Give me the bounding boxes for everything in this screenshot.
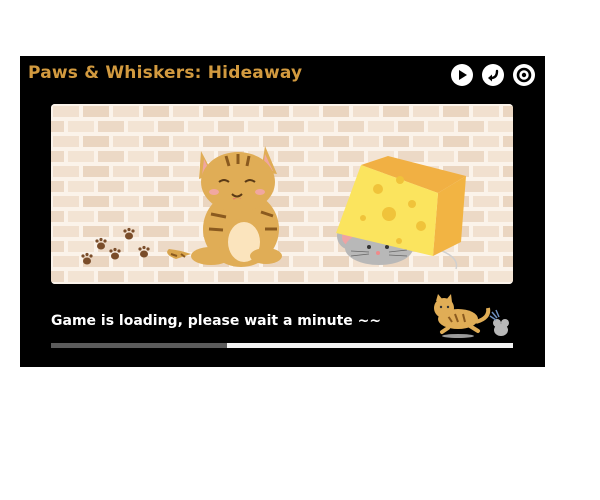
settings-icon xyxy=(516,67,532,83)
running-cat-mouse-icon xyxy=(434,294,509,338)
loading-message: Game is loading, please wait a minute ~~ xyxy=(51,313,382,329)
settings-button[interactable] xyxy=(513,64,535,86)
game-window: Paws & Whiskers: Hideaway Game is loadin… xyxy=(20,56,545,367)
play-button[interactable] xyxy=(451,64,473,86)
progress-fill xyxy=(51,343,227,348)
loading-illustration xyxy=(51,104,513,284)
play-icon xyxy=(459,70,467,80)
back-button[interactable] xyxy=(482,64,504,86)
back-arrow-icon xyxy=(488,69,499,82)
game-title: Paws & Whiskers: Hideaway xyxy=(28,63,303,83)
progress-bar xyxy=(51,343,513,348)
